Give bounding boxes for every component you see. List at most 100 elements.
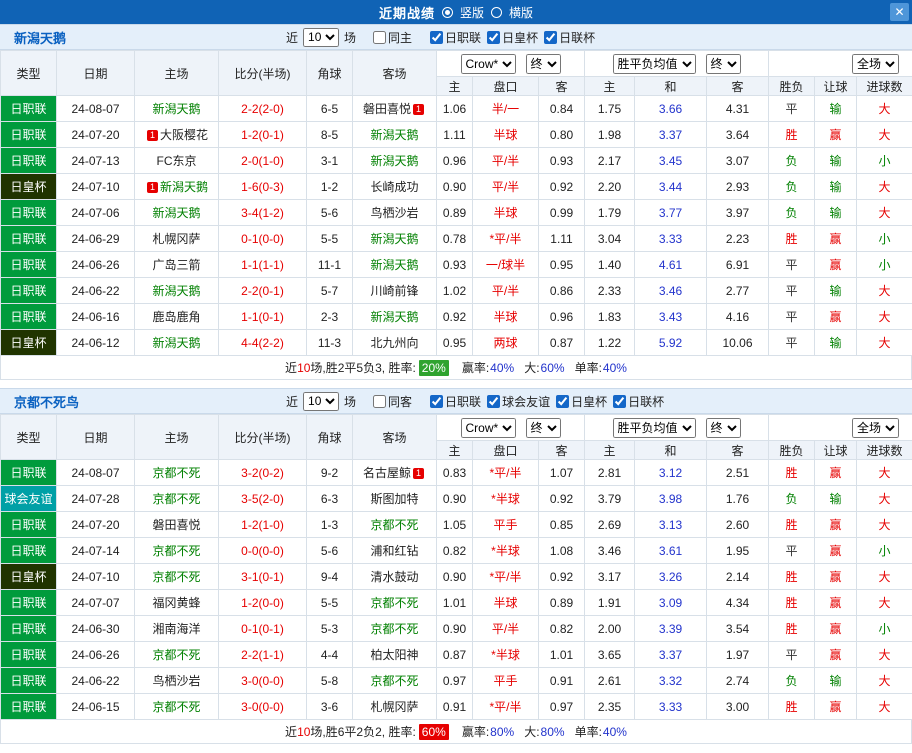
league-filter-日联杯[interactable]: 日联杯	[544, 29, 595, 46]
league-filter-日职联[interactable]: 日职联	[430, 393, 481, 410]
same-venue-filter[interactable]: 同客	[373, 393, 412, 410]
home-team-cell: 京都不死	[134, 459, 219, 486]
goals-cell: 大	[856, 277, 912, 304]
goals-cell: 大	[856, 511, 912, 538]
score-cell: 1-1(1-1)	[218, 251, 307, 278]
league-cell: 日职联	[0, 199, 57, 226]
league-filter-日职联[interactable]: 日职联	[430, 29, 481, 46]
odds-away-cell: 1.01	[538, 641, 585, 668]
avg-home-cell: 2.33	[584, 277, 635, 304]
focus-team-name: 新潟天鹅	[370, 154, 419, 168]
date-cell: 24-06-26	[56, 641, 135, 668]
avg-draw-cell: 5.92	[634, 329, 707, 356]
avg-final-select[interactable]: 终	[705, 53, 741, 74]
summary-stat-label: 单率:	[574, 725, 602, 739]
score-cell: 1-1(0-1)	[218, 303, 307, 330]
result-cell: 平	[768, 641, 816, 668]
close-button[interactable]: ✕	[890, 3, 909, 21]
avg-select-cell: 胜平负均值终	[583, 50, 770, 77]
league-filter-checkbox[interactable]	[544, 30, 558, 44]
col-result: 胜负	[768, 76, 816, 96]
score-cell: 1-2(0-1)	[218, 121, 307, 148]
same-venue-checkbox[interactable]	[373, 30, 387, 44]
matches-label: 场	[344, 30, 357, 45]
date-cell: 24-07-10	[56, 563, 135, 590]
near-count-select[interactable]: 10	[303, 27, 340, 47]
avg-draw-cell: 3.32	[634, 667, 707, 694]
avg-home-cell: 2.35	[584, 693, 635, 720]
league-filter-日联杯[interactable]: 日联杯	[613, 393, 664, 410]
handicap-result-cell: 输	[814, 95, 858, 122]
match-row: 日职联 24-06-26 京都不死 2-2(1-1) 4-4 柏太阳神 0.87 *半球 1.0…	[0, 641, 912, 668]
score-cell: 4-4(2-2)	[218, 329, 307, 356]
col-avg-away: 客	[705, 440, 770, 460]
opponent-team-name: 清水鼓动	[370, 570, 419, 584]
match-row: 日职联 24-06-26 广岛三箭 1-1(1-1) 11-1 新潟天鹅 0.93 一/球半 0…	[0, 251, 912, 278]
handicap-result-cell: 输	[814, 199, 858, 226]
scope-select[interactable]: 全场	[852, 417, 900, 438]
vertical-layout-radio[interactable]	[441, 6, 453, 18]
odds-home-cell: 0.91	[436, 693, 473, 720]
score-cell: 0-1(0-1)	[218, 615, 307, 642]
avg-away-cell: 3.00	[705, 693, 770, 720]
handicap-cell: *平/半	[472, 225, 539, 252]
result-cell: 平	[768, 537, 816, 564]
handicap-result-cell: 赢	[814, 121, 858, 148]
league-filter-checkbox[interactable]	[430, 394, 444, 408]
bookmaker-select[interactable]: Crow*	[460, 417, 516, 438]
opponent-team-name: 福冈黄蜂	[152, 596, 201, 610]
league-filter-日皇杯[interactable]: 日皇杯	[487, 29, 538, 46]
focus-team-name: 新潟天鹅	[152, 206, 201, 220]
corners-cell: 1-3	[306, 511, 353, 538]
avg-final-select[interactable]: 终	[705, 417, 741, 438]
result-cell: 胜	[768, 121, 816, 148]
bookmaker-final-select[interactable]: 终	[525, 417, 561, 438]
avg-away-cell: 2.60	[705, 511, 770, 538]
avg-away-cell: 2.74	[705, 667, 770, 694]
result-cell: 负	[768, 667, 816, 694]
league-filter-checkbox[interactable]	[487, 394, 501, 408]
focus-team-name: 京都不死	[152, 700, 201, 714]
near-count-select[interactable]: 10	[303, 391, 340, 411]
league-cell: 日职联	[0, 511, 57, 538]
horizontal-layout-radio[interactable]	[491, 6, 502, 18]
red-card-badge: 1	[413, 468, 424, 479]
same-venue-filter[interactable]: 同主	[373, 29, 412, 46]
bookmaker-final-select[interactable]: 终	[525, 53, 561, 74]
odds-away-cell: 0.80	[538, 121, 585, 148]
avg-home-cell: 2.81	[584, 459, 635, 486]
match-row: 日职联 24-08-07 新潟天鹅 2-2(2-0) 6-5 磐田喜悦 1 1.06 半/一 0.…	[0, 95, 912, 122]
league-cell: 日皇杯	[0, 563, 57, 590]
avg-away-cell: 3.54	[705, 615, 770, 642]
odds-home-cell: 0.92	[436, 303, 473, 330]
league-cell: 球会友谊	[0, 485, 57, 512]
away-team-cell: 京都不死	[352, 615, 437, 642]
bookmaker-select[interactable]: Crow*	[460, 53, 516, 74]
handicap-result-cell: 输	[814, 173, 858, 200]
avg-odds-select[interactable]: 胜平负均值	[612, 53, 696, 74]
avg-draw-cell: 3.44	[634, 173, 707, 200]
league-filter-日皇杯[interactable]: 日皇杯	[556, 393, 607, 410]
same-venue-checkbox[interactable]	[373, 394, 387, 408]
league-filter-球会友谊[interactable]: 球会友谊	[487, 393, 550, 410]
league-filter-checkbox[interactable]	[556, 394, 570, 408]
goals-cell: 大	[856, 693, 912, 720]
avg-odds-select[interactable]: 胜平负均值	[612, 417, 696, 438]
odds-away-cell: 0.84	[538, 95, 585, 122]
handicap-result-cell: 赢	[814, 563, 858, 590]
col-goals: 进球数	[856, 76, 912, 96]
home-team-cell: 福冈黄蜂	[134, 589, 219, 616]
match-row: 日职联 24-06-22 鸟栖沙岩 3-0(0-0) 5-8 京都不死 0.97 平手 0.91…	[0, 667, 912, 694]
league-filter-checkbox[interactable]	[487, 30, 501, 44]
opponent-team-name: 札幌冈萨	[370, 700, 419, 714]
scope-select[interactable]: 全场	[852, 53, 900, 74]
league-filter-checkbox[interactable]	[430, 30, 444, 44]
focus-team-name: 京都不死	[370, 596, 419, 610]
handicap-result-cell: 赢	[814, 589, 858, 616]
section-header: 新潟天鹅 近 10 场 同主 日职联 日皇杯 日联杯	[0, 24, 912, 50]
avg-away-cell: 2.51	[705, 459, 770, 486]
league-filter-checkbox[interactable]	[613, 394, 627, 408]
sections-container: 新潟天鹅 近 10 场 同主 日职联 日皇杯 日联杯 类型 日期 主场 比分(半…	[0, 24, 912, 744]
bookmaker-select-cell: Crow* 终	[436, 414, 585, 441]
focus-team-name: 京都不死	[152, 544, 201, 558]
